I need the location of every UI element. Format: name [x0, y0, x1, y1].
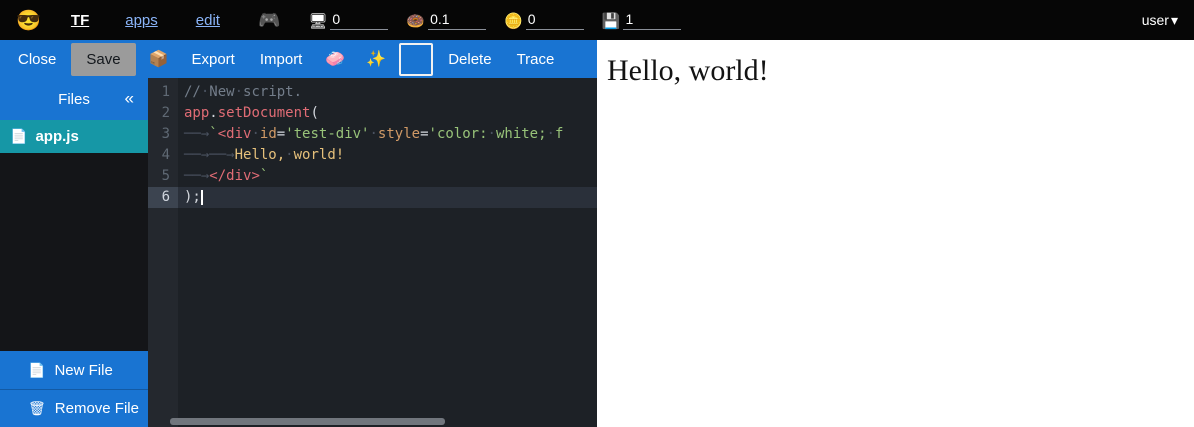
- blank-button[interactable]: [399, 43, 433, 76]
- workspace: Files « 📄 app.js 📄 New File 🗑 Remove File 1/…: [0, 78, 597, 427]
- line-content: ──→──→Hello,·world!: [178, 145, 344, 166]
- editor-pane: Close Save 📦 Export Import 🧼 ✨ Delete Tr…: [0, 40, 597, 427]
- preview-pane: Hello, world!: [597, 40, 1194, 427]
- line-content: );: [178, 187, 203, 208]
- stats-group: 🖥0🍩0.1🪙0💾1: [308, 11, 681, 30]
- file-name: app.js: [35, 128, 78, 145]
- sparkles-icon[interactable]: ✨: [358, 42, 394, 76]
- coin-stat[interactable]: 🪙0: [504, 11, 584, 30]
- user-menu[interactable]: user ▾: [1142, 12, 1178, 29]
- line-content: //·New·script.: [178, 82, 302, 103]
- nav-link-edit[interactable]: edit: [196, 12, 220, 29]
- user-menu-label: user: [1142, 12, 1169, 28]
- monitor-value[interactable]: 0: [330, 11, 388, 30]
- editor-line[interactable]: 4──→──→Hello,·world!: [148, 145, 597, 166]
- line-number: 2: [148, 103, 178, 124]
- controller-icon[interactable]: 🎮: [258, 10, 280, 31]
- new-file-icon: 📄: [28, 362, 45, 379]
- file-list: 📄 app.js: [0, 120, 148, 153]
- monitor-stat[interactable]: 🖥0: [308, 11, 388, 30]
- coin-icon: 🪙: [504, 12, 523, 30]
- file-icon: 📄: [10, 128, 27, 145]
- editor-toolbar: Close Save 📦 Export Import 🧼 ✨ Delete Tr…: [0, 40, 597, 78]
- disk-icon: 💾: [602, 12, 621, 30]
- brand-link[interactable]: TF: [71, 12, 89, 29]
- sidebar-filler: [0, 153, 148, 351]
- donut-icon: 🍩: [406, 12, 425, 30]
- editor-line[interactable]: 1//·New·script.: [148, 82, 597, 103]
- nav-link-apps[interactable]: apps: [125, 12, 158, 29]
- line-number: 6: [148, 187, 178, 208]
- disk-value[interactable]: 1: [623, 11, 681, 30]
- line-number: 1: [148, 82, 178, 103]
- disk-stat[interactable]: 💾1: [602, 11, 682, 30]
- collapse-sidebar-icon[interactable]: «: [125, 89, 134, 109]
- text-cursor: [201, 190, 203, 205]
- import-button[interactable]: Import: [250, 44, 313, 75]
- new-file-label: New File: [54, 362, 112, 379]
- line-number: 4: [148, 145, 178, 166]
- editor-lines: 1//·New·script.2app.setDocument(3──→`<di…: [148, 82, 597, 208]
- line-content: app.setDocument(: [178, 103, 319, 124]
- donut-value[interactable]: 0.1: [428, 11, 486, 30]
- files-title: Files: [58, 91, 90, 108]
- code-editor[interactable]: 1//·New·script.2app.setDocument(3──→`<di…: [148, 78, 597, 427]
- horizontal-scrollbar[interactable]: [170, 418, 445, 425]
- preview-text: Hello, world!: [607, 54, 1194, 88]
- file-item[interactable]: 📄 app.js: [0, 120, 148, 153]
- logo-emoji-icon[interactable]: 😎: [16, 8, 41, 33]
- main-area: Close Save 📦 Export Import 🧼 ✨ Delete Tr…: [0, 40, 1194, 427]
- line-number: 3: [148, 124, 178, 145]
- save-button[interactable]: Save: [71, 43, 135, 76]
- export-button[interactable]: Export: [181, 44, 244, 75]
- line-content: ──→`<div·id='test-div'·style='color:·whi…: [178, 124, 563, 145]
- line-content: ──→</div>`: [178, 166, 268, 187]
- remove-file-button[interactable]: 🗑 Remove File: [0, 389, 148, 427]
- new-file-button[interactable]: 📄 New File: [0, 351, 148, 389]
- chevron-down-icon: ▾: [1171, 12, 1178, 29]
- trace-button[interactable]: Trace: [507, 44, 565, 75]
- coin-value[interactable]: 0: [526, 11, 584, 30]
- remove-file-label: Remove File: [55, 400, 139, 417]
- delete-button[interactable]: Delete: [438, 44, 501, 75]
- close-button[interactable]: Close: [8, 44, 66, 75]
- editor-line[interactable]: 2app.setDocument(: [148, 103, 597, 124]
- remove-file-icon: 🗑: [28, 400, 46, 417]
- files-sidebar: Files « 📄 app.js 📄 New File 🗑 Remove File: [0, 78, 148, 427]
- monitor-icon: 🖥: [308, 12, 327, 30]
- files-header: Files «: [0, 78, 148, 120]
- editor-line[interactable]: 3──→`<div·id='test-div'·style='color:·wh…: [148, 124, 597, 145]
- topbar: 😎 TF apps edit 🎮 🖥0🍩0.1🪙0💾1 user ▾: [0, 0, 1194, 40]
- line-number: 5: [148, 166, 178, 187]
- package-icon[interactable]: 📦: [141, 42, 177, 76]
- editor-line[interactable]: 5──→</div>`: [148, 166, 597, 187]
- soap-icon[interactable]: 🧼: [317, 42, 353, 76]
- sidebar-actions: 📄 New File 🗑 Remove File: [0, 351, 148, 427]
- donut-stat[interactable]: 🍩0.1: [406, 11, 486, 30]
- editor-line[interactable]: 6);: [148, 187, 597, 208]
